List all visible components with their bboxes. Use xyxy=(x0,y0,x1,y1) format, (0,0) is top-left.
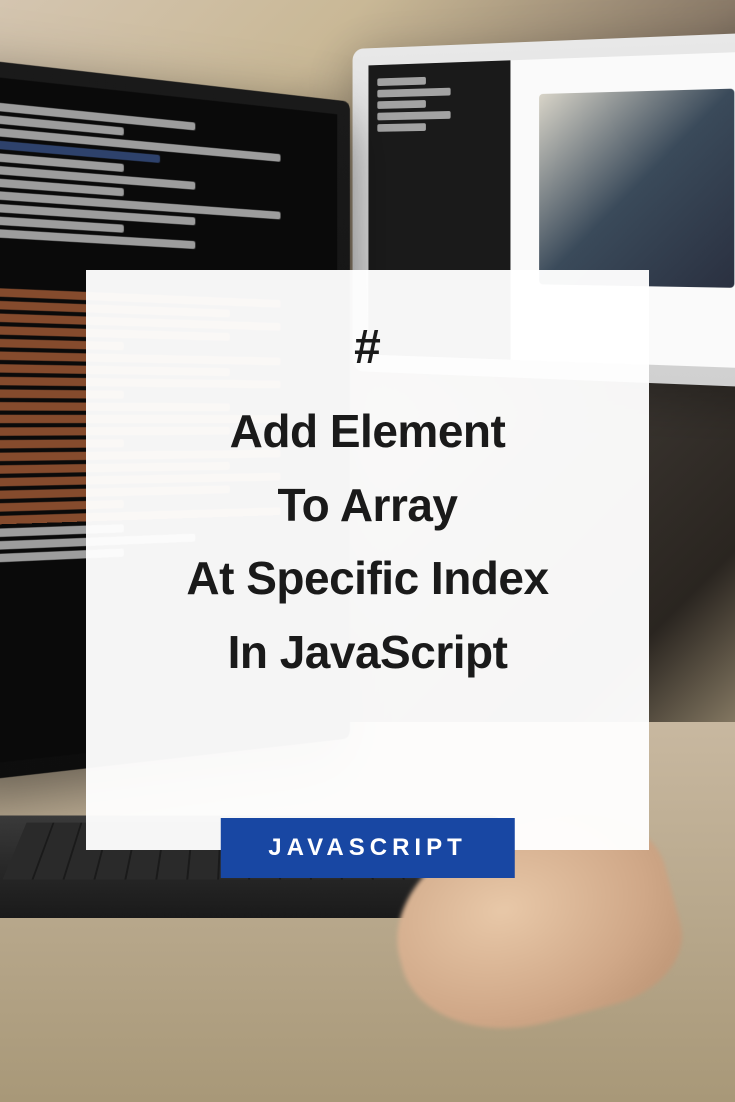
category-badge: JAVASCRIPT xyxy=(220,818,514,878)
title-line-4: In JavaScript xyxy=(228,616,508,690)
title-line-1: Add Element xyxy=(230,395,506,469)
title-card: # Add Element To Array At Specific Index… xyxy=(86,270,649,850)
title-line-3: At Specific Index xyxy=(186,542,548,616)
browser-image xyxy=(539,89,734,288)
hash-symbol: # xyxy=(354,320,381,375)
title-line-2: To Array xyxy=(277,469,457,543)
